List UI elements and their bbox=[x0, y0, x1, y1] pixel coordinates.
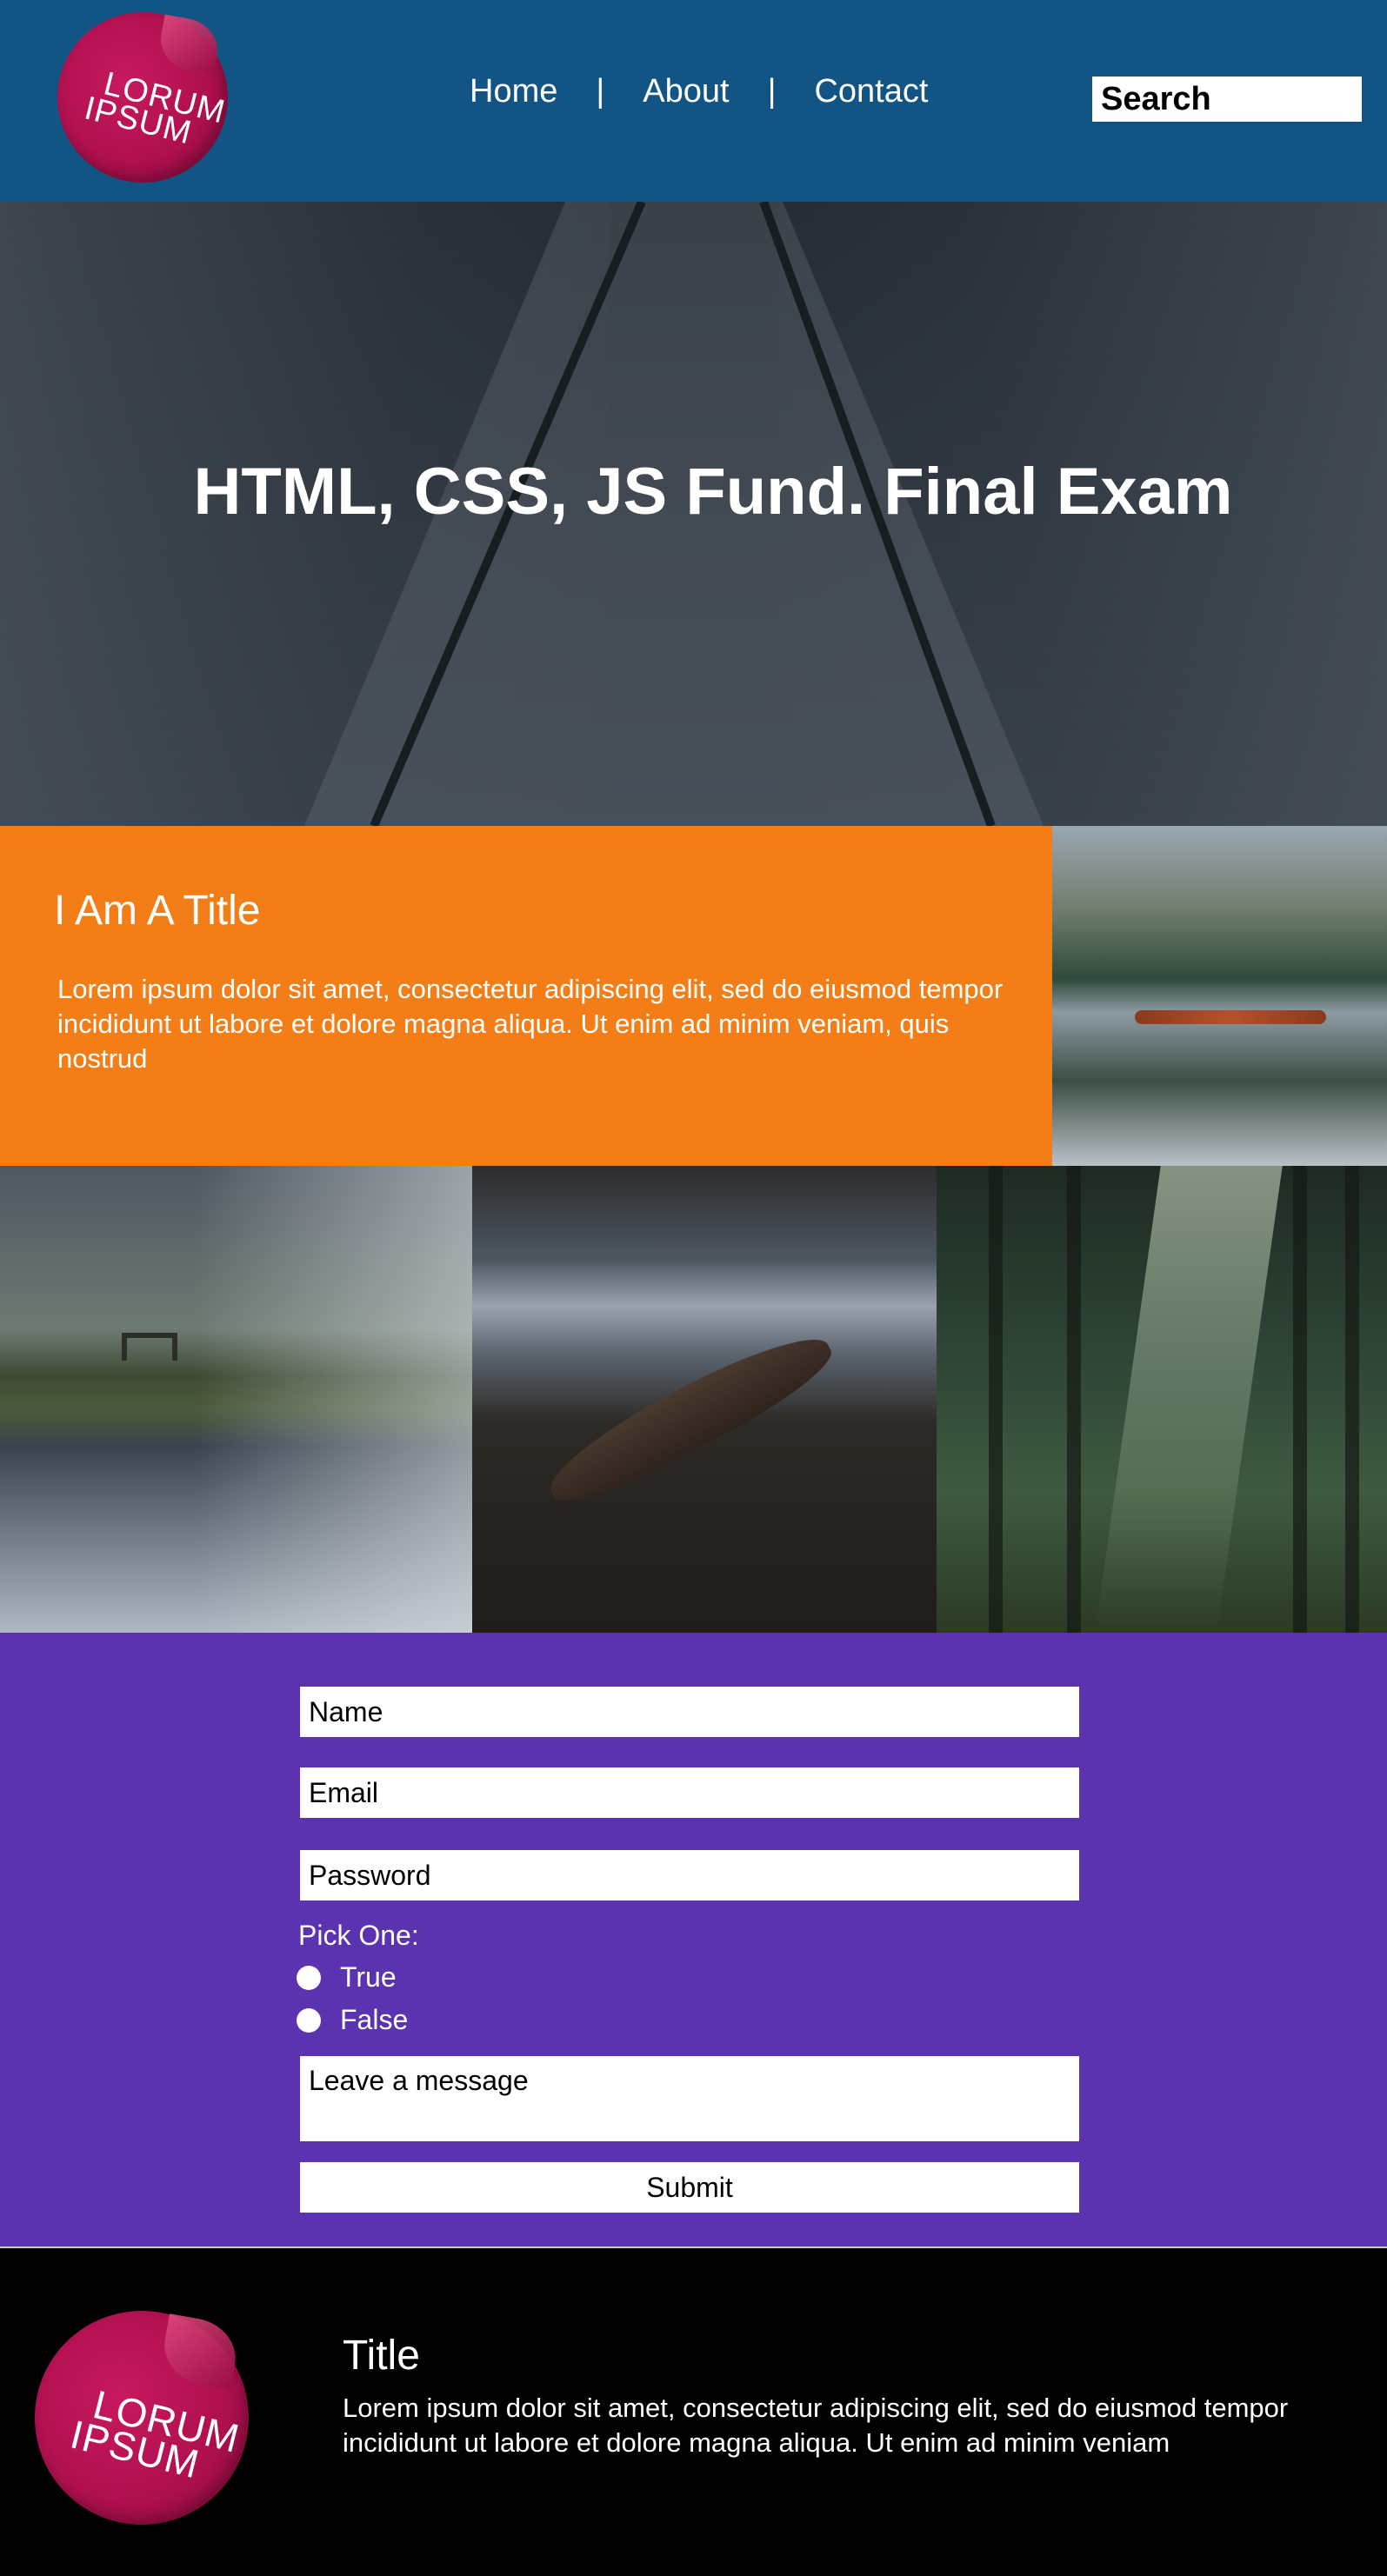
password-field[interactable] bbox=[300, 1850, 1079, 1900]
radio-button[interactable] bbox=[297, 2007, 321, 2033]
feature-panel: I Am A Title Lorem ipsum dolor sit amet,… bbox=[0, 826, 1052, 1166]
site-logo[interactable]: LORUM IPSUM bbox=[57, 12, 229, 183]
message-textarea[interactable] bbox=[300, 2056, 1079, 2141]
foggy-park-reflection-photo bbox=[0, 1166, 472, 1633]
tree-trunk bbox=[1293, 1166, 1307, 1633]
nav-separator: | bbox=[596, 73, 605, 110]
forest-sunlight-photo bbox=[937, 1166, 1387, 1633]
hero-banner: HTML, CSS, JS Fund. Final Exam bbox=[0, 202, 1387, 826]
footer-title: Title bbox=[343, 2333, 420, 2379]
photo-mist bbox=[194, 1166, 472, 1633]
park-bench bbox=[122, 1333, 177, 1361]
name-field[interactable] bbox=[300, 1687, 1079, 1737]
pick-one-label: Pick One: bbox=[298, 1920, 419, 1951]
radio-option-true[interactable]: True bbox=[297, 1961, 397, 1994]
tree-trunk bbox=[1067, 1166, 1081, 1633]
nav-link-contact[interactable]: Contact bbox=[814, 73, 928, 110]
rowboat-lake-photo bbox=[472, 1166, 937, 1633]
radio-button[interactable] bbox=[297, 1965, 321, 1990]
nav-link-about[interactable]: About bbox=[643, 73, 729, 110]
radio-option-false[interactable]: False bbox=[297, 2004, 408, 2036]
radio-label: True bbox=[340, 1961, 397, 1993]
hero-title: HTML, CSS, JS Fund. Final Exam bbox=[193, 455, 1233, 529]
rowboat bbox=[537, 1317, 843, 1519]
nav-separator: | bbox=[767, 73, 777, 110]
site-header: LORUM IPSUM Home | About | Contact bbox=[0, 0, 1387, 202]
site-footer: LORUM IPSUM Title Lorem ipsum dolor sit … bbox=[0, 2247, 1387, 2576]
tree-trunk bbox=[1345, 1166, 1359, 1633]
contact-form-section: Pick One: True False Submit bbox=[0, 1633, 1387, 2247]
boats-on-lake bbox=[1135, 1010, 1326, 1024]
lake-mountain-photo bbox=[1052, 826, 1387, 1166]
submit-button[interactable]: Submit bbox=[300, 2162, 1079, 2213]
sunlight-beam bbox=[1095, 1166, 1283, 1633]
email-field[interactable] bbox=[300, 1767, 1079, 1818]
radio-label: False bbox=[340, 2004, 409, 2035]
footer-text: Lorem ipsum dolor sit amet, consectetur … bbox=[343, 2393, 1289, 2458]
footer-logo[interactable]: LORUM IPSUM bbox=[35, 2311, 249, 2525]
search-input[interactable] bbox=[1092, 77, 1362, 122]
feature-text: Lorem ipsum dolor sit amet, consectetur … bbox=[57, 974, 1004, 1074]
main-nav: Home | About | Contact bbox=[470, 73, 928, 110]
tree-trunk bbox=[989, 1166, 1003, 1633]
feature-title: I Am A Title bbox=[54, 888, 261, 934]
nav-link-home[interactable]: Home bbox=[470, 73, 557, 110]
